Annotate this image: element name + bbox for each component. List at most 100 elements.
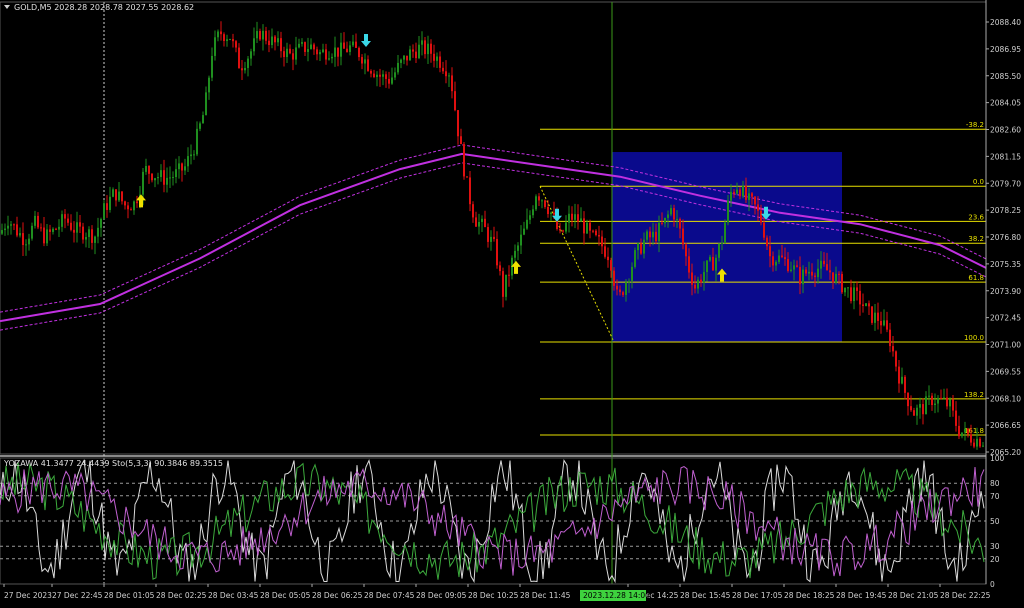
candle-body [553,212,555,215]
price-tick-label: 2082.60 [990,126,1021,135]
candle-body [700,279,702,283]
candle-body [976,438,978,447]
oscillator-tick-label: 70 [990,492,1000,501]
candle-body [148,165,150,174]
candle-body [757,204,759,211]
candle-body [364,59,366,64]
candle-body [850,287,852,302]
candle-body [199,123,201,129]
candle-body [322,49,324,53]
candle-body [142,171,144,195]
candle-body [751,193,753,197]
candle-body [838,273,840,275]
candle-body [184,166,186,171]
candle-body [706,260,708,273]
candle-body [784,257,786,260]
price-tick-label: 2079.70 [990,179,1021,188]
candle-body [565,222,567,232]
candle-body [547,206,549,215]
candle-body [499,265,501,272]
candle-body [52,228,54,232]
candle-body [661,222,663,224]
candle-body [130,209,132,211]
candle-body [82,226,84,240]
candle-body [727,200,729,223]
candle-body [220,31,222,35]
candle-body [325,49,327,60]
candle-body [403,55,405,60]
candle-body [874,312,876,323]
candle-body [517,245,519,251]
price-tick-label: 2075.35 [990,260,1021,269]
time-tick-label: 28 Dec 05:05 [260,591,311,600]
candle-body [973,442,975,447]
candle-body [922,404,924,415]
indicator-info: YOZAWA 41.3477 24.4439 Sto(5,3,3) 90.384… [3,459,223,468]
candle-body [394,72,396,78]
candle-body [484,218,486,228]
candle-body [289,48,291,54]
time-tick-label: 28 Dec 07:45 [364,591,415,600]
candle-body [808,271,810,274]
time-tick-label: 28 Dec 06:25 [312,591,363,600]
candle-body [328,58,330,60]
candle-body [304,42,306,52]
candle-body [235,41,237,48]
price-tick-label: 2084.05 [990,99,1021,108]
candle-body [112,189,114,197]
candle-body [61,214,63,227]
oscillator-tick-label: 30 [990,542,1000,551]
price-tick-label: 2071.00 [990,341,1021,350]
candle-body [415,51,417,59]
candle-body [694,284,696,289]
candle-body [952,399,954,411]
candle-body [508,274,510,276]
candle-body [589,222,591,231]
candle-body [904,376,906,393]
candle-body [619,289,621,293]
candle-body [13,224,15,226]
candle-body [100,219,102,228]
candle-body [295,47,297,60]
candle-body [478,221,480,227]
candle-body [97,227,99,237]
candle-body [190,154,192,157]
candle-body [118,191,120,201]
candle-body [286,48,288,58]
trading-chart[interactable]: -38.2 0.0 23.6 38.2 61.8 100.0 138.2 161.8 2088… [0,0,1024,604]
candle-body [274,36,276,43]
candle-body [370,70,372,74]
candle-body [709,256,711,261]
candle-body [193,154,195,156]
candle-body [835,273,837,283]
candle-body [418,44,420,59]
candle-body [532,209,534,216]
fib-level-label: 0.0 [973,178,984,186]
candle-body [550,212,552,215]
candle-body [109,196,111,210]
candle-body [106,203,108,210]
candle-body [376,74,378,77]
candle-body [604,246,606,257]
candle-body [451,75,453,92]
candle-body [271,36,273,46]
candle-body [910,406,912,411]
candle-body [331,56,333,59]
candle-body [919,404,921,408]
candle-body [538,196,540,201]
candle-body [232,39,234,42]
candle-body [520,234,522,246]
candle-body [607,256,609,261]
rectangle-object[interactable] [612,152,842,342]
candle-body [355,41,357,48]
candle-body [817,268,819,278]
candle-body [22,233,24,245]
candle-body [214,37,216,56]
candle-body [877,312,879,321]
candle-body [472,204,474,218]
candle-body [961,432,963,437]
candle-body [319,52,321,55]
candle-body [436,56,438,61]
candle-body [448,75,450,77]
candle-body [637,243,639,251]
